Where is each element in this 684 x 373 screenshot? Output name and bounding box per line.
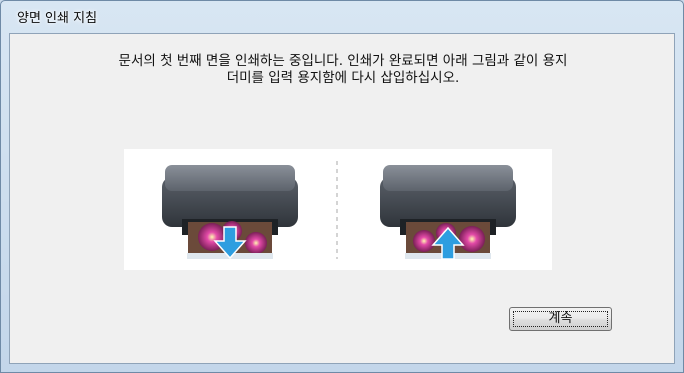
dialog-content: 문서의 첫 번째 면을 인쇄하는 중입니다. 인쇄가 완료되면 아래 그림과 같…: [9, 33, 675, 364]
duplex-illustration-graphic: [162, 161, 516, 260]
duplex-illustration: [124, 149, 552, 270]
flower-image: [413, 230, 435, 252]
continue-button[interactable]: 계속: [509, 307, 612, 331]
continue-button-label: 계속: [548, 311, 573, 326]
instruction-line-2: 더미를 입력 용지함에 다시 삽입하십시오.: [226, 70, 460, 86]
dialog-title: 양면 인쇄 지침: [17, 11, 98, 26]
printer-left: [162, 165, 298, 260]
printer-right: [380, 165, 516, 260]
flower-image: [459, 226, 485, 252]
instruction-message: 문서의 첫 번째 면을 인쇄하는 중입니다. 인쇄가 완료되면 아래 그림과 같…: [10, 53, 676, 87]
title-bar[interactable]: 양면 인쇄 지침: [1, 1, 683, 31]
dialog-window: 양면 인쇄 지침 문서의 첫 번째 면을 인쇄하는 중입니다. 인쇄가 완료되면…: [0, 0, 684, 373]
instruction-line-1: 문서의 첫 번째 면을 인쇄하는 중입니다. 인쇄가 완료되면 아래 그림과 같…: [118, 53, 568, 69]
printer-lid: [383, 165, 513, 191]
printer-lid: [165, 165, 295, 191]
flower-image: [245, 232, 267, 254]
